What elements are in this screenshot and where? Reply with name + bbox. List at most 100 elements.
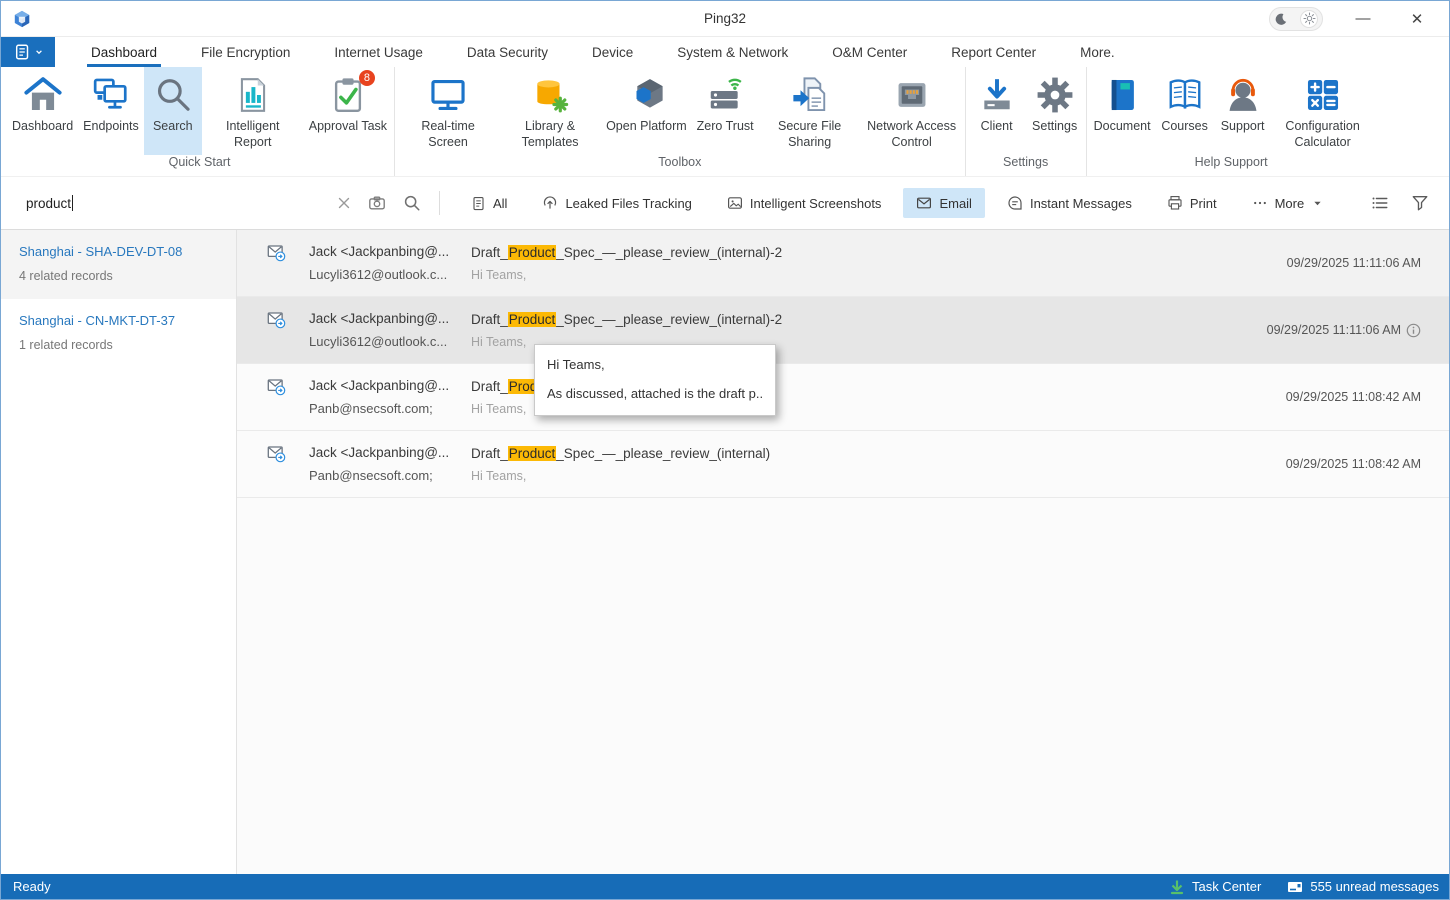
tooltip-line: As discussed, attached is the draft p... [547,386,763,401]
email-result-list: Jack <Jackpanbing@... Lucyli3612@outlook… [237,230,1449,874]
email-row[interactable]: Jack <Jackpanbing@... Panb@nsecsoft.com;… [237,364,1449,431]
download-icon [1169,879,1185,895]
tab-more[interactable]: More. [1058,37,1137,67]
email-recipient: Panb@nsecsoft.com; [309,401,471,416]
filter-all[interactable]: All [458,189,520,218]
close-button[interactable]: ✕ [1403,7,1431,31]
filter-label: Leaked Files Tracking [565,196,691,211]
email-preview: Hi Teams, [471,268,1234,282]
email-row[interactable]: Jack <Jackpanbing@... Panb@nsecsoft.com;… [237,431,1449,498]
ribbon-item-zero-trust[interactable]: Zero Trust [692,67,759,155]
filter-email[interactable]: Email [903,188,985,218]
list-view-icon[interactable] [1371,194,1389,212]
filter-more[interactable]: More [1239,188,1336,218]
device-group-title: Shanghai - CN-MKT-DT-37 [19,313,218,328]
instant-message-icon [1007,195,1023,211]
minimize-button[interactable]: — [1349,7,1377,31]
ribbon-group-label: Help Support [1089,155,1374,176]
ribbon-item-label: Settings [1032,119,1077,135]
email-sent-icon [267,377,286,396]
ribbon-item-label: Secure File Sharing [764,119,856,150]
filter-print[interactable]: Print [1154,188,1230,218]
main-menu-button[interactable] [1,37,55,67]
ribbon-item-real-time-screen[interactable]: Real-time Screen [397,67,499,155]
tooltip-line: Hi Teams, [547,357,763,372]
tab-dashboard[interactable]: Dashboard [69,37,179,67]
ribbon-item-client[interactable]: Client [968,67,1026,155]
ribbon-item-support[interactable]: Support [1214,67,1272,155]
main-area: Shanghai - SHA-DEV-DT-08 4 related recor… [1,230,1449,874]
ribbon-item-library-templates[interactable]: Library & Templates [499,67,601,155]
theme-toggle[interactable] [1269,7,1323,31]
app-window: Ping32 — ✕ DashboardFile EncryptionI [0,0,1450,900]
email-subject: Draft_Product_Spec_—_please_review_(inte… [471,245,1234,260]
ribbon-item-configuration-calculator[interactable]: Configuration Calculator [1272,67,1374,155]
library-icon [531,76,569,114]
ribbon-item-label: Client [981,119,1013,135]
info-icon [1403,323,1421,338]
filter-intelligent-screenshots[interactable]: Intelligent Screenshots [714,188,895,218]
email-sent-icon [267,444,286,463]
ribbon-item-label: Network Access Control [866,119,958,150]
search-query: product [26,196,71,211]
ribbon-item-label: Configuration Calculator [1277,119,1369,150]
unread-messages-button[interactable]: 555 unread messages [1287,879,1439,895]
filter-funnel-icon[interactable] [1411,194,1429,212]
camera-icon[interactable] [368,194,386,212]
tab-system-network[interactable]: System & Network [655,37,810,67]
ribbon-item-label: Support [1221,119,1265,135]
tab-file-encryption[interactable]: File Encryption [179,37,312,67]
tab-data-security[interactable]: Data Security [445,37,570,67]
search-input[interactable]: product [26,194,421,212]
filter-leaked-files-tracking[interactable]: Leaked Files Tracking [529,188,704,218]
ribbon-item-search[interactable]: Search [144,67,202,155]
email-row[interactable]: Jack <Jackpanbing@... Lucyli3612@outlook… [237,230,1449,297]
sun-icon[interactable] [1300,10,1318,28]
tab-internet-usage[interactable]: Internet Usage [312,37,445,67]
endpoints-icon [92,76,130,114]
report-icon [234,76,272,114]
email-preview: Hi Teams, [471,469,1234,483]
ribbon-item-label: Zero Trust [697,119,754,135]
ribbon-item-settings[interactable]: Settings [1026,67,1084,155]
ribbon-item-label: Courses [1161,119,1208,135]
ribbon-item-network-access-control[interactable]: Network Access Control [861,67,963,155]
device-group-count: 4 related records [19,269,218,283]
ribbon-item-dashboard[interactable]: Dashboard [7,67,78,155]
ribbon-group-settings: Client SettingsSettings [966,67,1087,176]
clear-search-icon[interactable] [337,196,351,210]
search-icon[interactable] [403,194,421,212]
device-group-item[interactable]: Shanghai - CN-MKT-DT-37 1 related record… [1,299,236,368]
tab-o-m-center[interactable]: O&M Center [810,37,929,67]
document-lines-icon [471,196,486,211]
task-center-button[interactable]: Task Center [1169,879,1261,895]
ribbon-item-label: Document [1094,119,1151,135]
email-sender: Jack <Jackpanbing@... [309,244,471,259]
ribbon-item-secure-file-sharing[interactable]: Secure File Sharing [759,67,861,155]
email-sent-icon [267,310,286,329]
gear-icon [1036,76,1074,114]
ribbon-item-approval-task[interactable]: 8 Approval Task [304,67,392,155]
support-icon [1224,76,1262,114]
calculator-icon [1304,76,1342,114]
ribbon-item-endpoints[interactable]: Endpoints [78,67,144,155]
email-sender: Jack <Jackpanbing@... [309,445,471,460]
ribbon-group-label: Quick Start [7,155,392,176]
leak-tracking-icon [542,195,558,211]
ribbon-item-document[interactable]: Document [1089,67,1156,155]
tab-report-center[interactable]: Report Center [929,37,1058,67]
device-group-item[interactable]: Shanghai - SHA-DEV-DT-08 4 related recor… [1,230,236,299]
filter-label: Instant Messages [1030,196,1132,211]
email-sender: Jack <Jackpanbing@... [309,378,471,393]
tab-device[interactable]: Device [570,37,655,67]
filter-instant-messages[interactable]: Instant Messages [994,188,1145,218]
moon-icon[interactable] [1274,12,1288,26]
ribbon-item-open-platform[interactable]: Open Platform [601,67,692,155]
ribbon-item-courses[interactable]: Courses [1156,67,1214,155]
network-access-icon [893,76,931,114]
client-icon [978,76,1016,114]
ribbon-item-intelligent-report[interactable]: Intelligent Report [202,67,304,155]
email-row[interactable]: Jack <Jackpanbing@... Lucyli3612@outlook… [237,297,1449,364]
search-highlight: Product [508,446,557,461]
file-sharing-icon [791,76,829,114]
